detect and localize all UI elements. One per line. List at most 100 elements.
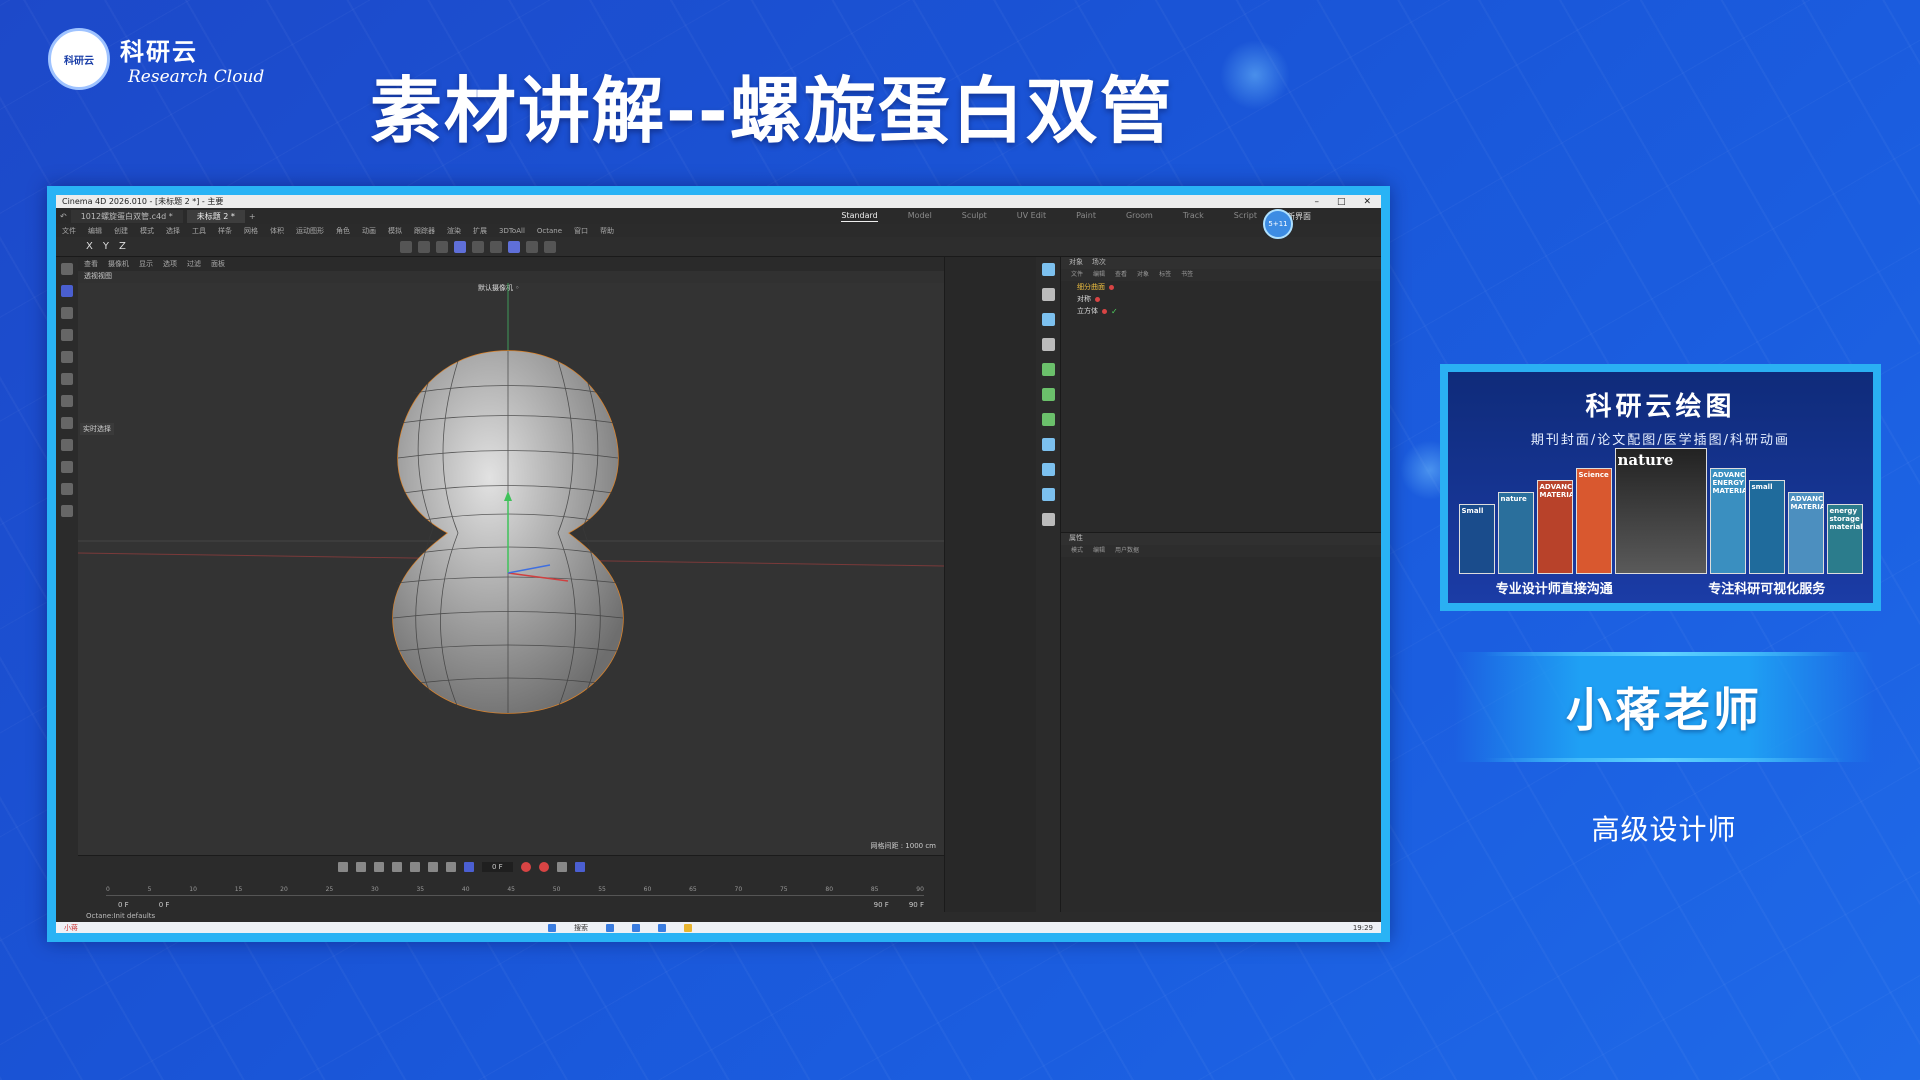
camera-icon[interactable]	[1041, 263, 1055, 276]
menu-item[interactable]: 文件	[62, 226, 76, 236]
tab-objects[interactable]: 对象	[1069, 258, 1083, 266]
polygon-mode-icon[interactable]	[453, 240, 466, 253]
menu-item[interactable]: 样条	[218, 226, 232, 236]
layout-tab[interactable]: Paint	[1076, 211, 1096, 222]
menu-item[interactable]: 工具	[192, 226, 206, 236]
prev-key-icon[interactable]	[356, 862, 366, 872]
folder-icon[interactable]	[684, 923, 692, 932]
tab-takes[interactable]: 场次	[1092, 258, 1106, 266]
end-frame[interactable]: 90 F	[874, 901, 889, 909]
viewport-menu-item[interactable]: 过滤	[187, 259, 201, 269]
min-frame[interactable]: 0 F	[159, 901, 170, 909]
attributes-menu-item[interactable]: 编辑	[1093, 545, 1105, 557]
start-icon[interactable]	[548, 923, 556, 932]
app-icon[interactable]	[632, 923, 640, 932]
objects-menu-item[interactable]: 查看	[1115, 269, 1127, 281]
text-icon[interactable]	[1041, 338, 1055, 351]
object-row[interactable]: 立方体 ✓	[1061, 305, 1381, 317]
user-avatar[interactable]: 5+11	[1263, 209, 1293, 239]
menu-item[interactable]: 3DToAll	[499, 227, 525, 235]
mode-icon[interactable]	[435, 240, 448, 253]
layout-tab[interactable]: Model	[908, 211, 932, 222]
grid-snap-icon[interactable]	[507, 240, 520, 253]
layout-tab[interactable]: Script	[1234, 211, 1257, 222]
taskbar-user[interactable]: 小蒋	[64, 923, 78, 933]
play-icon[interactable]	[392, 862, 402, 872]
menu-item[interactable]: 渲染	[447, 226, 461, 236]
objects-menu-item[interactable]: 标签	[1159, 269, 1171, 281]
menu-item[interactable]: 网格	[244, 226, 258, 236]
menu-item[interactable]: 角色	[336, 226, 350, 236]
menu-item[interactable]: 动画	[362, 226, 376, 236]
brush-icon[interactable]	[61, 439, 73, 451]
attributes-menu-item[interactable]: 用户数据	[1115, 545, 1139, 557]
keyframe-icon[interactable]	[556, 862, 567, 872]
add-tab-icon[interactable]: +	[249, 212, 256, 221]
attributes-menu-item[interactable]: 模式	[1071, 545, 1083, 557]
attributes-tab[interactable]: 属性	[1061, 533, 1381, 545]
menu-item[interactable]: 扩展	[473, 226, 487, 236]
menu-item[interactable]: 运动图形	[296, 226, 324, 236]
mode-icon[interactable]	[471, 240, 484, 253]
layout-tab[interactable]: UV Edit	[1017, 211, 1046, 222]
move-icon[interactable]	[61, 329, 73, 341]
scale-icon[interactable]	[61, 373, 73, 385]
field-icon[interactable]	[1041, 438, 1055, 451]
magnet-icon[interactable]	[61, 505, 73, 517]
live-select-icon[interactable]	[61, 285, 73, 297]
scene-icon[interactable]	[1041, 463, 1055, 476]
cube-icon[interactable]	[1041, 313, 1055, 326]
object-row[interactable]: 对称	[1061, 293, 1381, 305]
doc-tab[interactable]: 1012螺旋蛋白双管.c4d *	[70, 209, 183, 223]
viewport-menu-item[interactable]: 面板	[211, 259, 225, 269]
menu-item[interactable]: 帮助	[600, 226, 614, 236]
visibility-dot[interactable]	[1102, 308, 1107, 314]
close-icon[interactable]: ✕	[1363, 197, 1371, 207]
objects-menu-item[interactable]: 文件	[1071, 269, 1083, 281]
menu-item[interactable]: Octane	[537, 227, 562, 235]
key-mode-icon[interactable]	[574, 862, 585, 872]
autokey-icon[interactable]	[538, 862, 549, 872]
menu-item[interactable]: 窗口	[574, 226, 588, 236]
visibility-dot[interactable]	[1109, 284, 1114, 290]
menu-item[interactable]: 模拟	[388, 226, 402, 236]
pen-icon[interactable]	[61, 483, 73, 495]
spline-icon[interactable]	[1041, 288, 1055, 301]
axis-z-toggle[interactable]: Z	[119, 241, 126, 252]
menu-item[interactable]: 创建	[114, 226, 128, 236]
loop-icon[interactable]	[464, 862, 474, 872]
minimize-icon[interactable]: –	[1314, 197, 1319, 207]
axis-y-toggle[interactable]: Y	[103, 241, 109, 252]
visibility-dot[interactable]	[1095, 296, 1100, 302]
objects-menu-item[interactable]: 书签	[1181, 269, 1193, 281]
transform-icon[interactable]	[61, 395, 73, 407]
viewport-menu-item[interactable]: 显示	[139, 259, 153, 269]
select-icon[interactable]	[61, 307, 73, 319]
prev-frame-icon[interactable]	[374, 862, 384, 872]
last-frame-icon[interactable]	[446, 862, 456, 872]
snap-icon[interactable]	[489, 240, 502, 253]
record-icon[interactable]	[520, 862, 531, 872]
maximize-icon[interactable]: □	[1337, 197, 1346, 207]
menu-item[interactable]: 编辑	[88, 226, 102, 236]
menu-item[interactable]: 体积	[270, 226, 284, 236]
render-icon[interactable]	[525, 240, 538, 253]
taskbar-search[interactable]: 搜索	[574, 923, 588, 933]
objects-menu-item[interactable]: 编辑	[1093, 269, 1105, 281]
next-key-icon[interactable]	[428, 862, 438, 872]
render-settings-icon[interactable]	[543, 240, 556, 253]
light-icon[interactable]	[1041, 488, 1055, 501]
deformer-icon[interactable]	[1041, 413, 1055, 426]
app-icon[interactable]	[606, 923, 614, 932]
undo-icon[interactable]: ↶	[60, 212, 67, 221]
clock[interactable]: 19:29	[1353, 924, 1373, 932]
cloner-icon[interactable]	[1041, 388, 1055, 401]
current-frame[interactable]: 0 F	[482, 862, 513, 872]
layout-tab[interactable]: Groom	[1126, 211, 1153, 222]
layout-tab[interactable]: Standard	[841, 211, 878, 222]
check-icon[interactable]: ✓	[1111, 307, 1118, 316]
knife-icon[interactable]	[61, 417, 73, 429]
first-frame-icon[interactable]	[338, 862, 348, 872]
layout-tab[interactable]: Sculpt	[962, 211, 987, 222]
generator-icon[interactable]	[1041, 363, 1055, 376]
